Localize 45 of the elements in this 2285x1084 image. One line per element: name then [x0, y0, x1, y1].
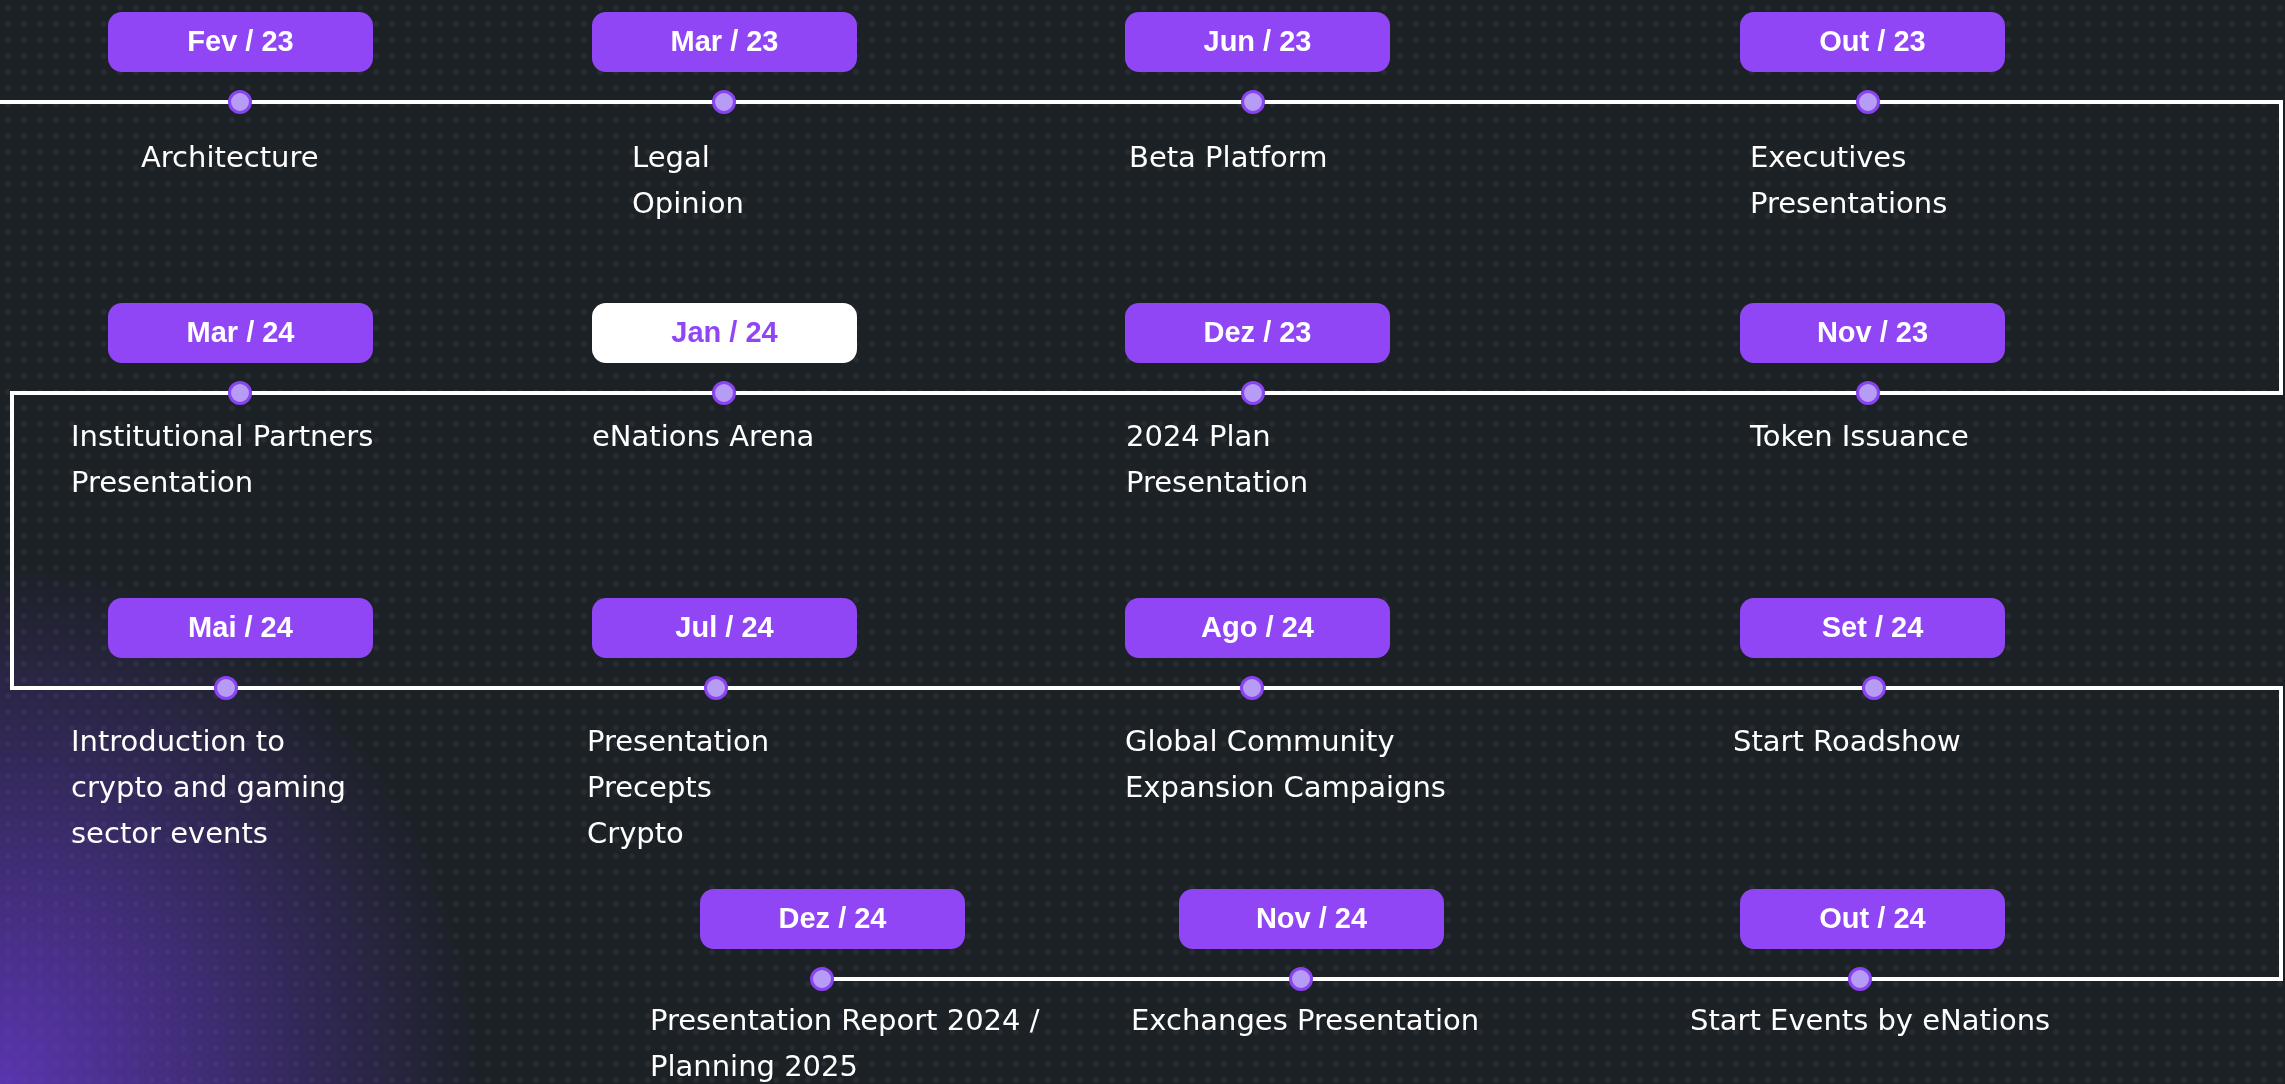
milestone-dot — [1241, 90, 1265, 114]
milestone-label: eNations Arena — [592, 418, 815, 455]
milestone-label: Institutional Partners Presentation — [71, 418, 374, 501]
milestone-label: Executives Presentations — [1750, 139, 1948, 222]
milestone-label: Token Issuance — [1750, 418, 1969, 455]
date-badge[interactable]: Nov / 24 — [1179, 889, 1444, 949]
milestone-dot — [1289, 967, 1313, 991]
milestone-dot — [810, 967, 834, 991]
milestone-dot — [712, 90, 736, 114]
milestone-dot — [1240, 676, 1264, 700]
date-badge[interactable]: Mar / 24 — [108, 303, 373, 363]
milestone-label: 2024 Plan Presentation — [1126, 418, 1309, 501]
date-badge[interactable]: Mar / 23 — [592, 12, 857, 72]
milestone-label: Exchanges Presentation — [1131, 1002, 1480, 1039]
milestone-dot — [214, 676, 238, 700]
date-badge[interactable]: Fev / 23 — [108, 12, 373, 72]
date-badge[interactable]: Jan / 24 — [592, 303, 857, 363]
date-badge[interactable]: Dez / 24 — [700, 889, 965, 949]
milestone-label: Global Community Expansion Campaigns — [1125, 723, 1446, 806]
milestone-dot — [712, 381, 736, 405]
date-badge[interactable]: Out / 23 — [1740, 12, 2005, 72]
milestone-label: Presentation Report 2024 / Planning 2025 — [650, 1002, 1040, 1084]
date-badge[interactable]: Jul / 24 — [592, 598, 857, 658]
milestone-label: Architecture — [141, 139, 319, 176]
milestone-dot — [1856, 381, 1880, 405]
date-badge[interactable]: Dez / 23 — [1125, 303, 1390, 363]
date-badge[interactable]: Nov / 23 — [1740, 303, 2005, 363]
milestone-label: Introduction to crypto and gaming sector events — [71, 723, 346, 852]
milestone-label: Presentation Precepts Crypto — [587, 723, 770, 852]
date-badge[interactable]: Mai / 24 — [108, 598, 373, 658]
milestone-dot — [228, 381, 252, 405]
milestone-dot — [228, 90, 252, 114]
milestone-dot — [1862, 676, 1886, 700]
milestone-label: Legal Opinion — [632, 139, 744, 222]
date-badge[interactable]: Set / 24 — [1740, 598, 2005, 658]
milestone-dot — [704, 676, 728, 700]
milestone-dot — [1241, 381, 1265, 405]
date-badge[interactable]: Jun / 23 — [1125, 12, 1390, 72]
milestone-label: Beta Platform — [1129, 139, 1328, 176]
milestone-label: Start Events by eNations — [1690, 1002, 2051, 1039]
milestone-label: Start Roadshow — [1733, 723, 1961, 760]
date-badge[interactable]: Out / 24 — [1740, 889, 2005, 949]
date-badge[interactable]: Ago / 24 — [1125, 598, 1390, 658]
milestone-dot — [1848, 967, 1872, 991]
milestone-dot — [1856, 90, 1880, 114]
